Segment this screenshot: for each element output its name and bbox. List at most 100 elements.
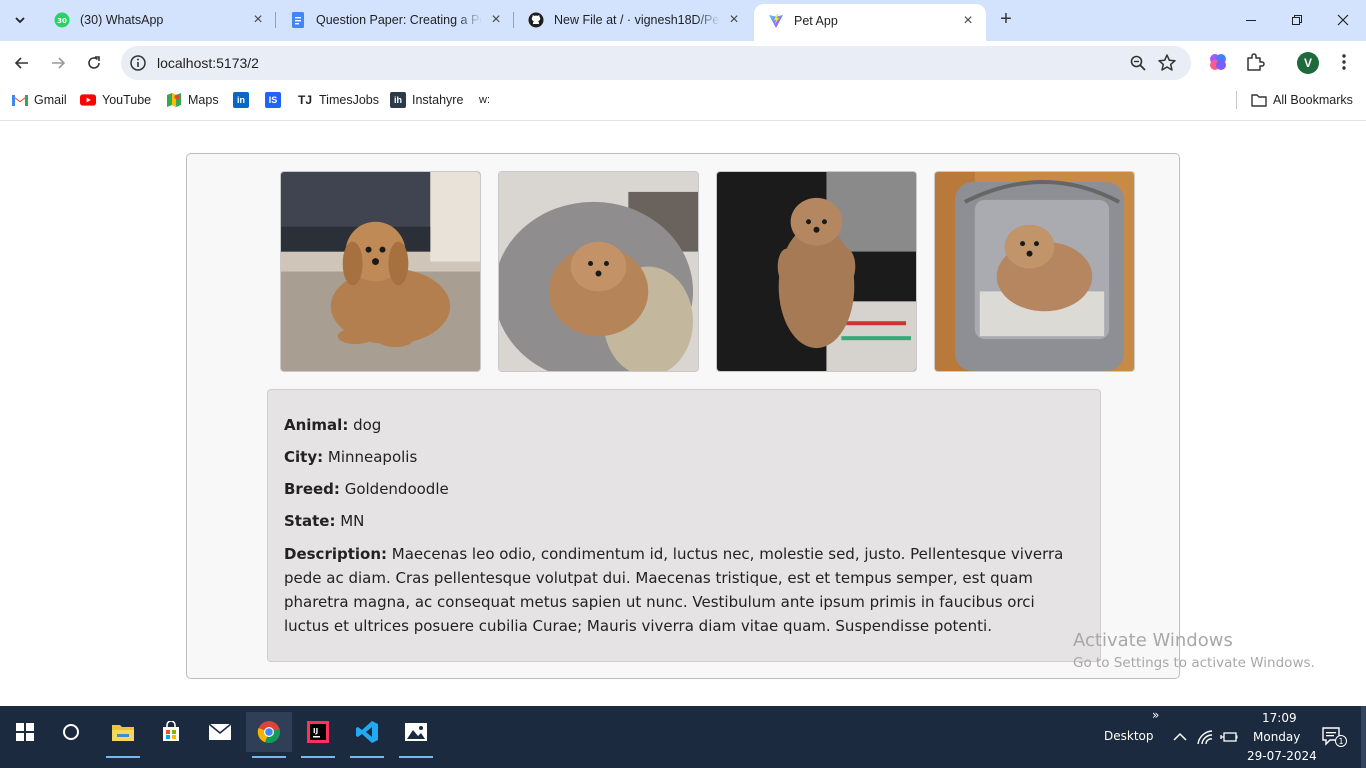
bookmarks-divider	[1236, 91, 1237, 109]
address-bar[interactable]: localhost:5173/2	[121, 46, 1191, 80]
more-menu-icon[interactable]	[1333, 51, 1355, 73]
store-taskbar-item[interactable]	[148, 712, 194, 752]
clock-time[interactable]: 17:09	[1262, 711, 1297, 725]
bookmark-star-icon[interactable]	[1157, 53, 1177, 78]
close-icon[interactable]: ×	[726, 12, 742, 28]
breed-value: Goldendoodle	[344, 480, 449, 498]
store-bag-icon	[163, 721, 179, 741]
bookmark-label: Gmail	[34, 93, 67, 107]
bookmark-instahyre[interactable]: ih Instahyre	[390, 91, 463, 109]
windows-taskbar: IJ » Desktop 17:09 Monday 29-07-2024 1	[0, 706, 1366, 768]
vscode-taskbar-item[interactable]	[344, 712, 390, 758]
url-text[interactable]: localhost:5173/2	[157, 55, 259, 71]
bookmark-label: Maps	[188, 93, 219, 107]
whatsapp-icon: 30	[54, 12, 70, 28]
maps-icon	[166, 92, 182, 108]
bookmark-timesjobs[interactable]: TJ TimesJobs	[297, 91, 379, 109]
network-status-button[interactable]	[1194, 726, 1216, 748]
all-bookmarks-button[interactable]: All Bookmarks	[1236, 91, 1353, 109]
breed-label: Breed:	[284, 480, 340, 498]
bookmark-linkedin[interactable]: in	[233, 91, 255, 109]
zoom-icon[interactable]	[1129, 54, 1147, 77]
show-desktop-strip[interactable]	[1361, 706, 1366, 768]
bookmarks-bar: Gmail YouTube Maps in IS TJ TimesJobs ih…	[0, 85, 1366, 115]
site-info-icon[interactable]	[129, 54, 147, 72]
back-button[interactable]	[7, 48, 37, 78]
photos-taskbar-item[interactable]	[393, 712, 439, 758]
search-button[interactable]	[48, 712, 94, 752]
bookmark-indeed[interactable]: IS	[265, 91, 287, 109]
close-icon	[1337, 14, 1349, 26]
chevron-up-icon	[1173, 732, 1187, 741]
watermark-subtitle: Go to Settings to activate Windows.	[1073, 655, 1315, 671]
taskbar-overflow-chevron[interactable]: »	[1152, 708, 1159, 722]
clock-date[interactable]: 29-07-2024	[1247, 749, 1317, 763]
pet-photo-2[interactable]	[498, 171, 699, 372]
intellij-icon: IJ	[307, 721, 329, 743]
bookmark-label: TimesJobs	[319, 93, 379, 107]
browser-toolbar: localhost:5173/2 V	[0, 41, 1366, 85]
pet-info-panel: Animal: dog City: Minneapolis Breed: Gol…	[267, 389, 1101, 662]
close-window-button[interactable]	[1320, 0, 1366, 40]
bookmark-maps[interactable]: Maps	[166, 91, 219, 109]
watermark-title: Activate Windows	[1073, 630, 1233, 651]
tab-whatsapp[interactable]: 30 (30) WhatsApp ×	[40, 0, 276, 40]
chrome-taskbar-item[interactable]	[246, 712, 292, 758]
notification-count: 1	[1338, 737, 1343, 746]
ai-extension-icon[interactable]	[1207, 51, 1229, 73]
desktop-toolbar-label[interactable]: Desktop	[1104, 729, 1154, 743]
photos-icon	[405, 723, 427, 741]
reload-button[interactable]	[79, 48, 109, 78]
show-hidden-icons-button[interactable]	[1168, 726, 1192, 748]
notification-icon: 1	[1322, 727, 1347, 747]
profile-avatar[interactable]: V	[1297, 52, 1319, 74]
clock-day[interactable]: Monday	[1253, 730, 1300, 744]
state-row: State: MN	[284, 510, 1084, 532]
vscode-icon	[356, 721, 378, 743]
intellij-taskbar-item[interactable]: IJ	[295, 712, 341, 758]
youtube-icon	[80, 92, 96, 108]
animal-value: dog	[353, 416, 382, 434]
bookmark-other[interactable]: w:	[479, 91, 490, 109]
new-tab-button[interactable]: +	[994, 8, 1018, 32]
extensions-puzzle-icon[interactable]	[1244, 51, 1266, 73]
city-value: Minneapolis	[327, 448, 418, 466]
bookmark-label: Instahyre	[412, 93, 464, 107]
breed-row: Breed: Goldendoodle	[284, 478, 1084, 500]
tab-title: New File at / · vignesh18D/PetApp	[554, 13, 720, 27]
all-bookmarks-label: All Bookmarks	[1273, 93, 1353, 107]
mail-taskbar-item[interactable]	[197, 712, 243, 752]
page-viewport: Animal: dog City: Minneapolis Breed: Gol…	[0, 121, 1366, 706]
tab-pet-app[interactable]: Pet App ×	[754, 4, 986, 41]
battery-status-button[interactable]	[1218, 726, 1240, 748]
close-icon[interactable]: ×	[960, 12, 976, 29]
forward-button[interactable]	[43, 48, 73, 78]
tab-search-button[interactable]	[6, 6, 34, 34]
wifi-icon	[1197, 730, 1213, 745]
github-icon	[528, 12, 544, 28]
description-value: Maecenas leo odio, condimentum id, luctu…	[284, 545, 1064, 635]
bookmark-gmail[interactable]: Gmail	[12, 91, 67, 109]
file-explorer-taskbar-item[interactable]	[100, 712, 146, 758]
tab-question-paper[interactable]: Question Paper: Creating a Pet App ×	[276, 0, 514, 40]
bookmark-youtube[interactable]: YouTube	[80, 91, 151, 109]
tab-github[interactable]: New File at / · vignesh18D/PetApp ×	[514, 0, 752, 40]
animal-row: Animal: dog	[284, 414, 1084, 436]
pet-photo-1[interactable]	[280, 171, 481, 372]
vite-icon	[768, 13, 784, 29]
description-row: Description: Maecenas leo odio, condimen…	[284, 542, 1084, 638]
chrome-icon	[257, 721, 280, 744]
minimize-button[interactable]	[1228, 0, 1274, 40]
start-button[interactable]	[2, 712, 48, 752]
close-icon[interactable]: ×	[488, 12, 504, 28]
docs-icon	[290, 12, 306, 28]
pet-photo-3[interactable]	[716, 171, 917, 372]
close-icon[interactable]: ×	[250, 12, 266, 28]
notification-center-button[interactable]: 1	[1318, 724, 1350, 750]
animal-label: Animal:	[284, 416, 349, 434]
arrow-left-icon	[14, 57, 28, 69]
gmail-icon	[12, 92, 28, 108]
instahyre-icon: ih	[390, 92, 406, 108]
pet-photo-4[interactable]	[934, 171, 1135, 372]
restore-button[interactable]	[1274, 0, 1320, 40]
